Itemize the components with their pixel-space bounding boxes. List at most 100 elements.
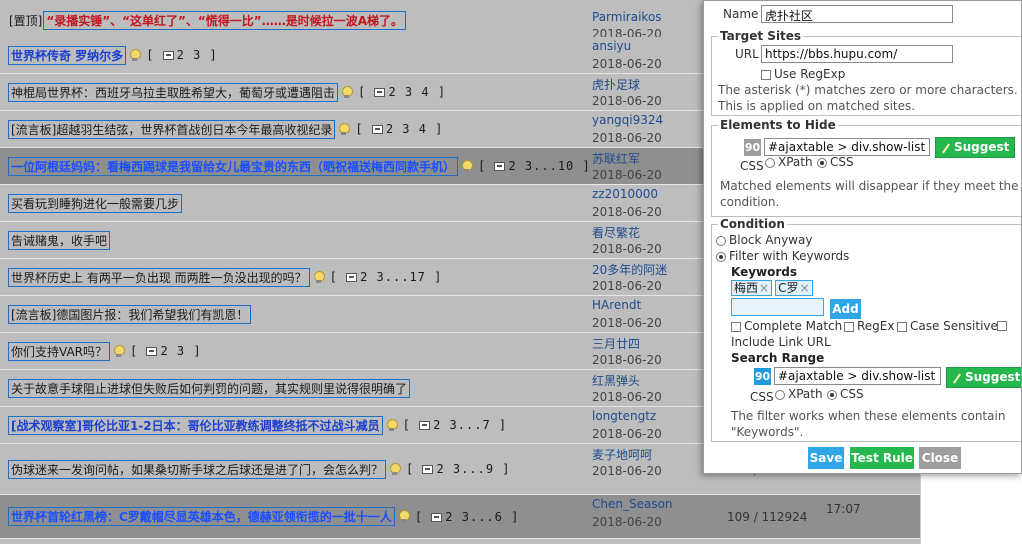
range-suggest-button[interactable]: Suggest [946, 367, 1021, 388]
thread-title-link[interactable]: “录播实锤”、“这单红了”、“慌得一比”……是时候拉一波A梯了。 [43, 11, 406, 30]
test-rule-button[interactable]: Test Rule [850, 447, 914, 469]
include-link-checkbox[interactable] [997, 321, 1007, 331]
add-keyword-button[interactable]: Add [830, 299, 861, 319]
hide-suggest-label: Suggest [954, 140, 1010, 154]
remove-keyword-icon[interactable]: × [759, 281, 769, 295]
keyword-input[interactable] [731, 298, 824, 316]
thread-pages[interactable]: [ 2 3...7 ] [403, 418, 507, 432]
page-numbers[interactable]: 2 3...10 ] [508, 159, 590, 173]
thread-pages[interactable]: [ 2 3...10 ] [478, 159, 591, 173]
range-xpath-option[interactable]: XPath [775, 387, 823, 401]
thread-pages[interactable]: [ 2 3 4 ] [358, 85, 446, 99]
thread-pages[interactable]: [ 2 3...6 ] [415, 510, 519, 524]
thread-pages[interactable]: [ 2 3...17 ] [330, 270, 443, 284]
thread-date: 2018-06-20 [592, 353, 662, 367]
thread-pages[interactable]: [ 2 3 ] [146, 48, 218, 62]
filter-keywords-radio[interactable] [716, 251, 726, 262]
hide-css-option[interactable]: CSS [817, 155, 854, 169]
range-xpath-radio[interactable] [775, 389, 785, 400]
thread-date: 2018-06-20 [592, 168, 662, 182]
thread-title-cell: 伪球迷来一发询问帖，如果桑切斯手球之后球还是进了门，会怎么判？ [ 2 3...9… [7, 459, 511, 479]
thread-author-link[interactable]: HArendt [592, 298, 641, 312]
thread-title-link[interactable]: 一位阿根廷妈妈：看梅西踢球是我留给女儿最宝贵的东西（晒祝福送梅西同款手机） [7, 156, 459, 176]
range-css-label: CSS [750, 390, 774, 404]
thread-title-link[interactable]: [流言板]超越羽生结弦，世界杯首战创日本今年最高收视纪录 [7, 119, 336, 139]
thread-author-link[interactable]: 苏联红军 [592, 150, 640, 167]
thread-title-link[interactable]: 世界杯首轮红黑榜：C罗戴帽尽显英雄本色，德赫亚领衔揽的一批十一人 [8, 507, 395, 526]
bracket-open: [ [130, 344, 147, 358]
range-css-radio[interactable] [827, 389, 837, 400]
hide-suggest-button[interactable]: Suggest [935, 137, 1016, 158]
thread-author-link[interactable]: 麦子地呵呵 [592, 446, 652, 463]
thread-title-link[interactable]: 世界杯历史上 有两平一负出现 而两胜一负没出现的吗？ [8, 267, 310, 287]
name-input[interactable]: 虎扑社区 [761, 5, 953, 23]
range-selector-input[interactable]: #ajaxtable > div.show-list > [774, 367, 941, 385]
block-anyway-option[interactable]: Block Anyway [716, 233, 812, 247]
close-button[interactable]: Close [919, 447, 961, 469]
range-css-option[interactable]: CSS [827, 387, 864, 401]
hide-css-radio[interactable] [817, 157, 827, 168]
thread-title-link[interactable]: 你们支持VAR吗？ [8, 341, 110, 361]
complete-match-option[interactable]: Complete Match [731, 319, 842, 333]
thread-date: 2018-06-20 [592, 316, 662, 330]
sticky-prefix: [置顶] [9, 14, 43, 28]
thread-pages[interactable]: [ 2 3 4 ] [355, 122, 443, 136]
thread-author-link[interactable]: zz2010000 [592, 187, 658, 201]
thread-last-reply[interactable]: 17:07 [826, 501, 916, 517]
url-input[interactable]: https://bbs.hupu.com/ [761, 45, 953, 63]
keywords-heading: Keywords [731, 265, 798, 279]
keyword-chip[interactable]: 梅西× [731, 280, 773, 296]
hide-xpath-option[interactable]: XPath [765, 155, 813, 169]
page-numbers[interactable]: 2 3...17 ] [360, 270, 442, 284]
case-sensitive-checkbox[interactable] [897, 321, 907, 332]
thread-pages[interactable]: [ 2 3 ] [130, 344, 202, 358]
thread-author-link[interactable]: yangqi9324 [592, 113, 663, 127]
save-button[interactable]: Save [808, 447, 844, 469]
hide-selector-input[interactable]: #ajaxtable > div.show-list > [764, 138, 930, 156]
page-numbers[interactable]: 2 3...7 ] [433, 418, 507, 432]
thread-title-link[interactable]: 伪球迷来一发询问帖，如果桑切斯手球之后球还是进了门，会怎么判？ [7, 459, 387, 479]
page-numbers[interactable]: 2 3 4 ] [386, 122, 444, 136]
thread-title-link[interactable]: [流言板]德国图片报：我们希望我们有凯恩！ [7, 304, 252, 324]
magic-wand-icon [952, 372, 963, 383]
thread-title-link[interactable]: [战术观察室]哥伦比亚1-2日本：哥伦比亚教练调整终抵不过战斗减员 [8, 415, 383, 435]
thread-author-link[interactable]: Chen_Season [592, 497, 673, 511]
block-anyway-radio[interactable] [716, 235, 726, 246]
thread-title-link[interactable]: 神棍局世界杯：西班牙乌拉圭取胜希望大，葡萄牙或遭遇阻击 [7, 82, 339, 102]
thread-author-link[interactable]: ansiyu [592, 39, 631, 53]
thread-author-link[interactable]: 红黑弹头 [592, 372, 640, 389]
keyword-chip[interactable]: C罗× [775, 280, 813, 296]
thread-author-link[interactable]: Parmiraikos [592, 10, 662, 24]
filter-keywords-option[interactable]: Filter with Keywords [716, 249, 849, 263]
page-numbers[interactable]: 2 3...9 ] [436, 462, 510, 476]
use-regexp-checkbox[interactable] [761, 69, 771, 80]
thread-author-link[interactable]: 20多年的阿迷 [592, 261, 667, 278]
page-numbers[interactable]: 2 3 ] [160, 344, 201, 358]
thread-title-link[interactable]: 世界杯传奇 罗纳尔多 [7, 45, 127, 65]
regex-checkbox[interactable] [844, 321, 854, 332]
thread-author-link[interactable]: longtengtz [592, 409, 656, 423]
thread-pages[interactable]: [ 2 3...9 ] [406, 462, 510, 476]
range-suggest-label: Suggest [965, 370, 1021, 384]
regex-option[interactable]: RegEx [844, 319, 894, 333]
complete-match-checkbox[interactable] [731, 321, 741, 332]
keyword-chip-label: 梅西 [734, 281, 759, 295]
page-numbers[interactable]: 2 3...6 ] [445, 510, 519, 524]
thread-title-link[interactable]: 关于故意手球阻止进球但失败后如何判罚的问题，其实规则里说得很明确了 [7, 378, 411, 398]
page-numbers[interactable]: 2 3 ] [177, 48, 218, 62]
case-sensitive-option[interactable]: Case Sensitive [897, 319, 998, 333]
use-regexp-option[interactable]: Use RegExp [761, 67, 845, 81]
hide-xpath-radio[interactable] [765, 157, 775, 168]
hide-match-count-badge: 90 [744, 139, 761, 156]
thread-title-link[interactable]: 买看玩到睡狗进化一般需要几步 [7, 193, 183, 213]
remove-keyword-icon[interactable]: × [799, 281, 809, 295]
case-sensitive-label: Case Sensitive [910, 319, 998, 333]
name-label: Name [723, 7, 759, 21]
thread-author-link[interactable]: 三月廿四 [592, 335, 640, 352]
thread-title-cell: 买看玩到睡狗进化一般需要几步 [7, 193, 183, 213]
thread-author-link[interactable]: 虎扑足球 [592, 76, 640, 93]
thread-date: 2018-06-20 [592, 205, 662, 219]
thread-author-link[interactable]: 看尽繁花 [592, 224, 640, 241]
thread-title-link[interactable]: 告诫赌鬼，收手吧 [7, 230, 111, 250]
page-numbers[interactable]: 2 3 4 ] [388, 85, 446, 99]
